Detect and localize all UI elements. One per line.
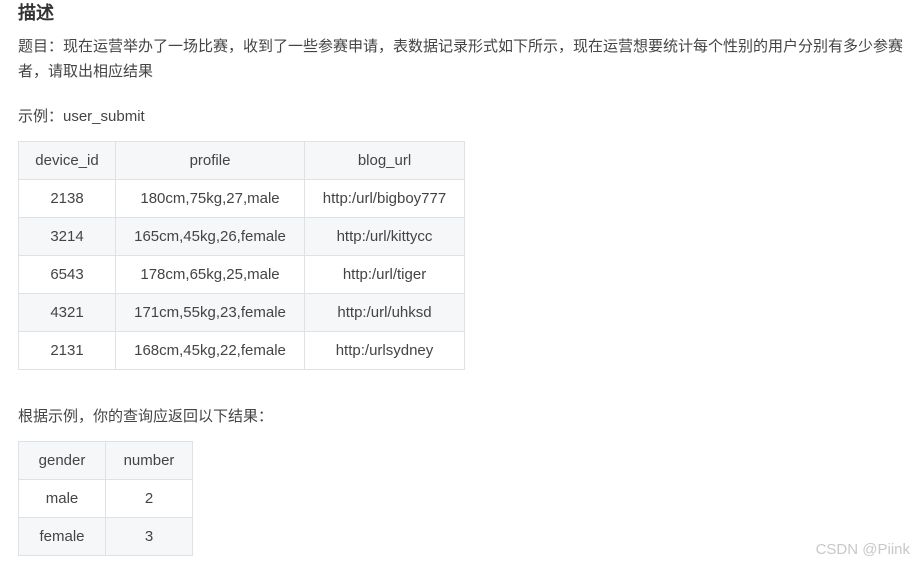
cell-device-id: 6543 <box>18 255 116 294</box>
cell-number: 3 <box>105 517 193 556</box>
table-row: 4321 171cm,55kg,23,female http:/url/uhks… <box>18 293 465 332</box>
user-submit-table: device_id profile blog_url 2138 180cm,75… <box>18 141 465 370</box>
cell-profile: 180cm,75kg,27,male <box>115 179 305 218</box>
column-header-number: number <box>105 441 193 480</box>
table-row: male 2 <box>18 479 193 518</box>
cell-gender: male <box>18 479 106 518</box>
column-header-gender: gender <box>18 441 106 480</box>
problem-description: 题目：现在运营举办了一场比赛，收到了一些参赛申请，表数据记录形式如下所示，现在运… <box>18 38 904 80</box>
cell-blog-url: http:/urlsydney <box>304 331 465 370</box>
cell-blog-url: http:/url/tiger <box>304 255 465 294</box>
cell-profile: 168cm,45kg,22,female <box>115 331 305 370</box>
watermark: CSDN @Piink <box>815 541 910 558</box>
cell-profile: 171cm,55kg,23,female <box>115 293 305 332</box>
cell-gender: female <box>18 517 106 556</box>
cell-device-id: 2131 <box>18 331 116 370</box>
cell-device-id: 2138 <box>18 179 116 218</box>
table-header-row: gender number <box>18 441 193 480</box>
column-header-blog-url: blog_url <box>304 141 465 180</box>
cell-device-id: 4321 <box>18 293 116 332</box>
table-row: 6543 178cm,65kg,25,male http:/url/tiger <box>18 255 465 294</box>
example-table-label: 示例：user_submit <box>18 108 145 125</box>
table-row: female 3 <box>18 517 193 556</box>
cell-blog-url: http:/url/kittycc <box>304 217 465 256</box>
cell-device-id: 3214 <box>18 217 116 256</box>
cell-number: 2 <box>105 479 193 518</box>
cell-profile: 165cm,45kg,26,female <box>115 217 305 256</box>
section-heading: 描述 <box>18 3 54 23</box>
table-row: 3214 165cm,45kg,26,female http:/url/kitt… <box>18 217 465 256</box>
result-table: gender number male 2 female 3 <box>18 441 193 556</box>
column-header-profile: profile <box>115 141 305 180</box>
column-header-device-id: device_id <box>18 141 116 180</box>
cell-blog-url: http:/url/bigboy777 <box>304 179 465 218</box>
table-header-row: device_id profile blog_url <box>18 141 465 180</box>
table-row: 2138 180cm,75kg,27,male http:/url/bigboy… <box>18 179 465 218</box>
table-row: 2131 168cm,45kg,22,female http:/urlsydne… <box>18 331 465 370</box>
cell-blog-url: http:/url/uhksd <box>304 293 465 332</box>
result-table-label: 根据示例，你的查询应返回以下结果： <box>18 408 274 425</box>
cell-profile: 178cm,65kg,25,male <box>115 255 305 294</box>
